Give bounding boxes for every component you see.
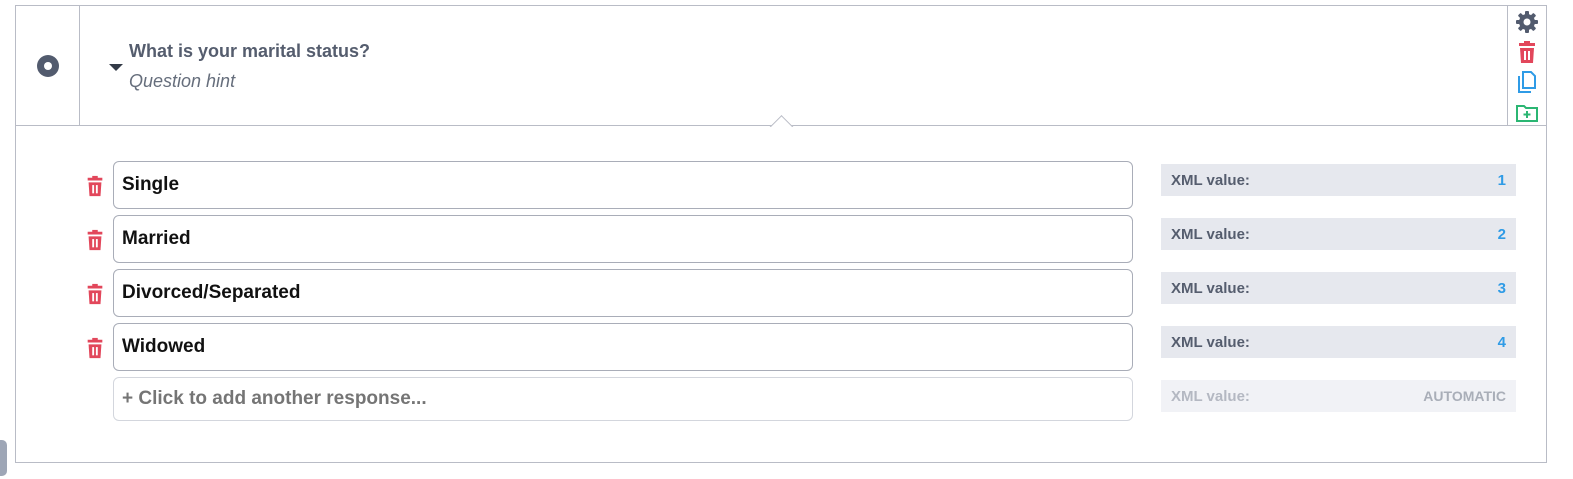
question-card: What is your marital status? Question hi… bbox=[15, 5, 1547, 463]
xml-value-field[interactable]: XML value: 4 bbox=[1161, 326, 1516, 358]
question-header: What is your marital status? Question hi… bbox=[16, 6, 1546, 126]
xml-value-label: XML value: bbox=[1171, 225, 1250, 243]
radio-icon bbox=[36, 54, 59, 77]
question-title[interactable]: What is your marital status? bbox=[129, 41, 370, 62]
question-hint[interactable]: Question hint bbox=[129, 71, 235, 92]
trash-icon[interactable] bbox=[84, 174, 106, 198]
header-notch bbox=[768, 112, 796, 127]
xml-value-field[interactable]: XML value: 2 bbox=[1161, 218, 1516, 250]
response-input[interactable] bbox=[113, 323, 1133, 371]
xml-value[interactable]: 3 bbox=[1498, 280, 1506, 297]
trash-icon[interactable] bbox=[84, 336, 106, 360]
copy-icon[interactable] bbox=[1515, 70, 1539, 94]
xml-value-field: XML value: AUTOMATIC bbox=[1161, 380, 1516, 412]
folder-plus-icon[interactable] bbox=[1515, 100, 1539, 124]
response-row: XML value: 1 bbox=[16, 161, 1546, 209]
side-panel-handle[interactable] bbox=[0, 440, 7, 476]
response-input[interactable] bbox=[113, 269, 1133, 317]
xml-value-label: XML value: bbox=[1171, 171, 1250, 189]
xml-value-label: XML value: bbox=[1171, 387, 1250, 405]
xml-value[interactable]: 1 bbox=[1498, 172, 1506, 189]
xml-value-automatic: AUTOMATIC bbox=[1423, 388, 1506, 404]
xml-value-field[interactable]: XML value: 3 bbox=[1161, 272, 1516, 304]
xml-value-field[interactable]: XML value: 1 bbox=[1161, 164, 1516, 196]
xml-value[interactable]: 4 bbox=[1498, 334, 1506, 351]
response-input[interactable] bbox=[113, 215, 1133, 263]
xml-value-label: XML value: bbox=[1171, 333, 1250, 351]
response-row: XML value: 3 bbox=[16, 269, 1546, 317]
xml-value[interactable]: 2 bbox=[1498, 226, 1506, 243]
add-response-input[interactable] bbox=[113, 377, 1133, 421]
gear-icon[interactable] bbox=[1515, 10, 1539, 34]
xml-value-label: XML value: bbox=[1171, 279, 1250, 297]
response-input[interactable] bbox=[113, 161, 1133, 209]
caret-down-icon[interactable] bbox=[109, 64, 123, 71]
question-type-cell bbox=[16, 6, 80, 125]
add-response-row: XML value: AUTOMATIC bbox=[16, 377, 1546, 425]
trash-icon[interactable] bbox=[84, 228, 106, 252]
trash-icon[interactable] bbox=[1515, 40, 1539, 64]
response-row: XML value: 2 bbox=[16, 215, 1546, 263]
trash-icon[interactable] bbox=[84, 282, 106, 306]
response-row: XML value: 4 bbox=[16, 323, 1546, 371]
question-actions bbox=[1507, 6, 1546, 125]
